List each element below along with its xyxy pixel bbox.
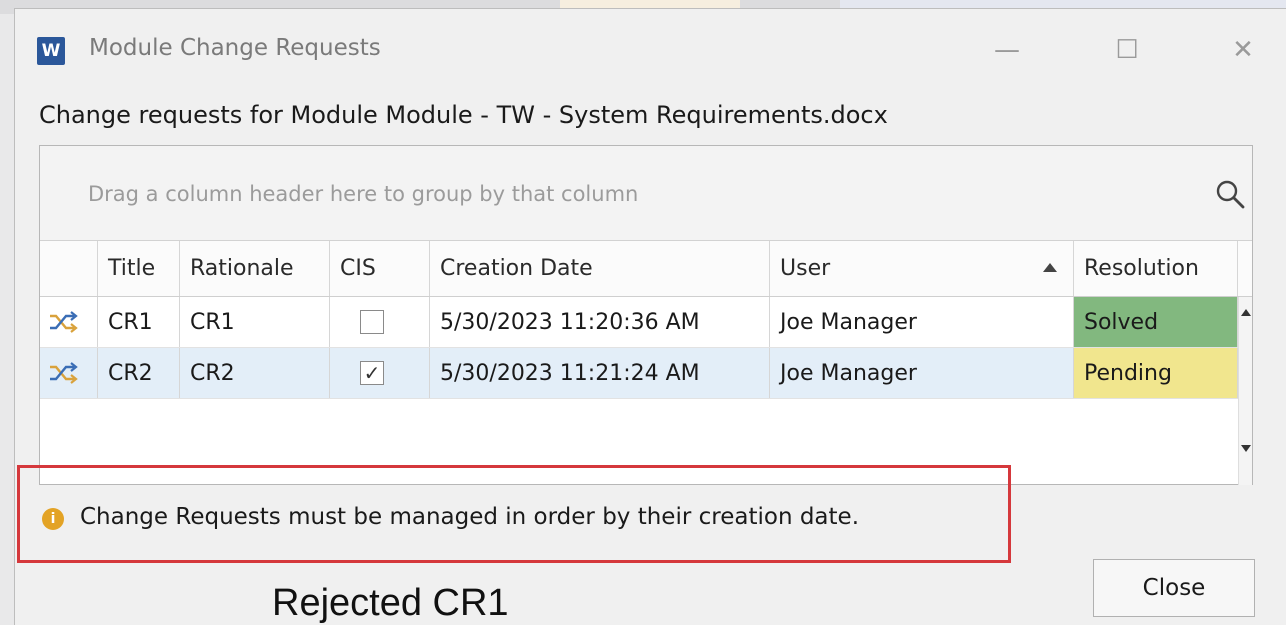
column-header-resolution[interactable]: Resolution [1074, 241, 1238, 296]
scroll-up-arrow-icon[interactable] [1241, 309, 1251, 316]
column-header-user-label: User [780, 256, 831, 281]
table-row[interactable]: CR1 CR1 5/30/2023 11:20:36 AM Joe Manage… [40, 297, 1238, 348]
change-request-icon [50, 311, 78, 333]
close-window-button[interactable]: ✕ [1213, 27, 1273, 73]
column-header-creation-date[interactable]: Creation Date [430, 241, 770, 296]
cell-rationale[interactable]: CR1 [180, 297, 330, 347]
caption-overlay: Rejected CR1 [272, 582, 509, 624]
vertical-scrollbar[interactable] [1238, 297, 1252, 485]
minimize-button[interactable]: — [977, 27, 1037, 73]
validation-message-text: Change Requests must be managed in order… [80, 504, 860, 530]
group-by-panel[interactable]: Drag a column header here to group by th… [40, 146, 1252, 241]
dialog-heading: Change requests for Module Module - TW -… [39, 101, 888, 129]
cell-creation-date[interactable]: 5/30/2023 11:21:24 AM [430, 348, 770, 398]
module-change-requests-dialog: W Module Change Requests — ☐ ✕ Change re… [14, 8, 1286, 625]
column-header-row: Title Rationale CIS Creation Date User R… [40, 241, 1252, 297]
cell-user[interactable]: Joe Manager [770, 297, 1074, 347]
cell-title[interactable]: CR1 [98, 297, 180, 347]
column-header-title[interactable]: Title [98, 241, 180, 296]
header-filler [1238, 241, 1252, 296]
cell-resolution[interactable]: Solved [1074, 297, 1238, 347]
cell-creation-date[interactable]: 5/30/2023 11:20:36 AM [430, 297, 770, 347]
cell-resolution[interactable]: Pending [1074, 348, 1238, 398]
cis-checkbox[interactable] [360, 310, 384, 334]
cell-title[interactable]: CR2 [98, 348, 180, 398]
word-app-icon: W [37, 37, 65, 65]
cell-rationale[interactable]: CR2 [180, 348, 330, 398]
validation-message: i Change Requests must be managed in ord… [17, 465, 1011, 563]
cis-checkbox[interactable]: ✓ [360, 361, 384, 385]
change-requests-grid: Drag a column header here to group by th… [39, 145, 1253, 485]
close-button[interactable]: Close [1093, 559, 1255, 617]
window-title: Module Change Requests [89, 35, 381, 61]
scroll-down-arrow-icon[interactable] [1241, 445, 1251, 452]
column-header-cis[interactable]: CIS [330, 241, 430, 296]
info-icon: i [42, 508, 64, 530]
column-header-rationale[interactable]: Rationale [180, 241, 330, 296]
cell-user[interactable]: Joe Manager [770, 348, 1074, 398]
row-indicator-header [40, 241, 98, 296]
row-indicator [40, 348, 98, 398]
change-request-icon [50, 362, 78, 384]
search-icon[interactable] [1212, 176, 1248, 212]
cell-cis: ✓ [330, 348, 430, 398]
maximize-button[interactable]: ☐ [1097, 27, 1157, 73]
row-indicator [40, 297, 98, 347]
column-header-user[interactable]: User [770, 241, 1074, 296]
cell-cis [330, 297, 430, 347]
sort-ascending-icon [1043, 263, 1057, 272]
title-bar: W Module Change Requests — ☐ ✕ [15, 9, 1286, 87]
group-by-hint: Drag a column header here to group by th… [88, 182, 639, 206]
table-row[interactable]: CR2 CR2 ✓ 5/30/2023 11:21:24 AM Joe Mana… [40, 348, 1238, 399]
